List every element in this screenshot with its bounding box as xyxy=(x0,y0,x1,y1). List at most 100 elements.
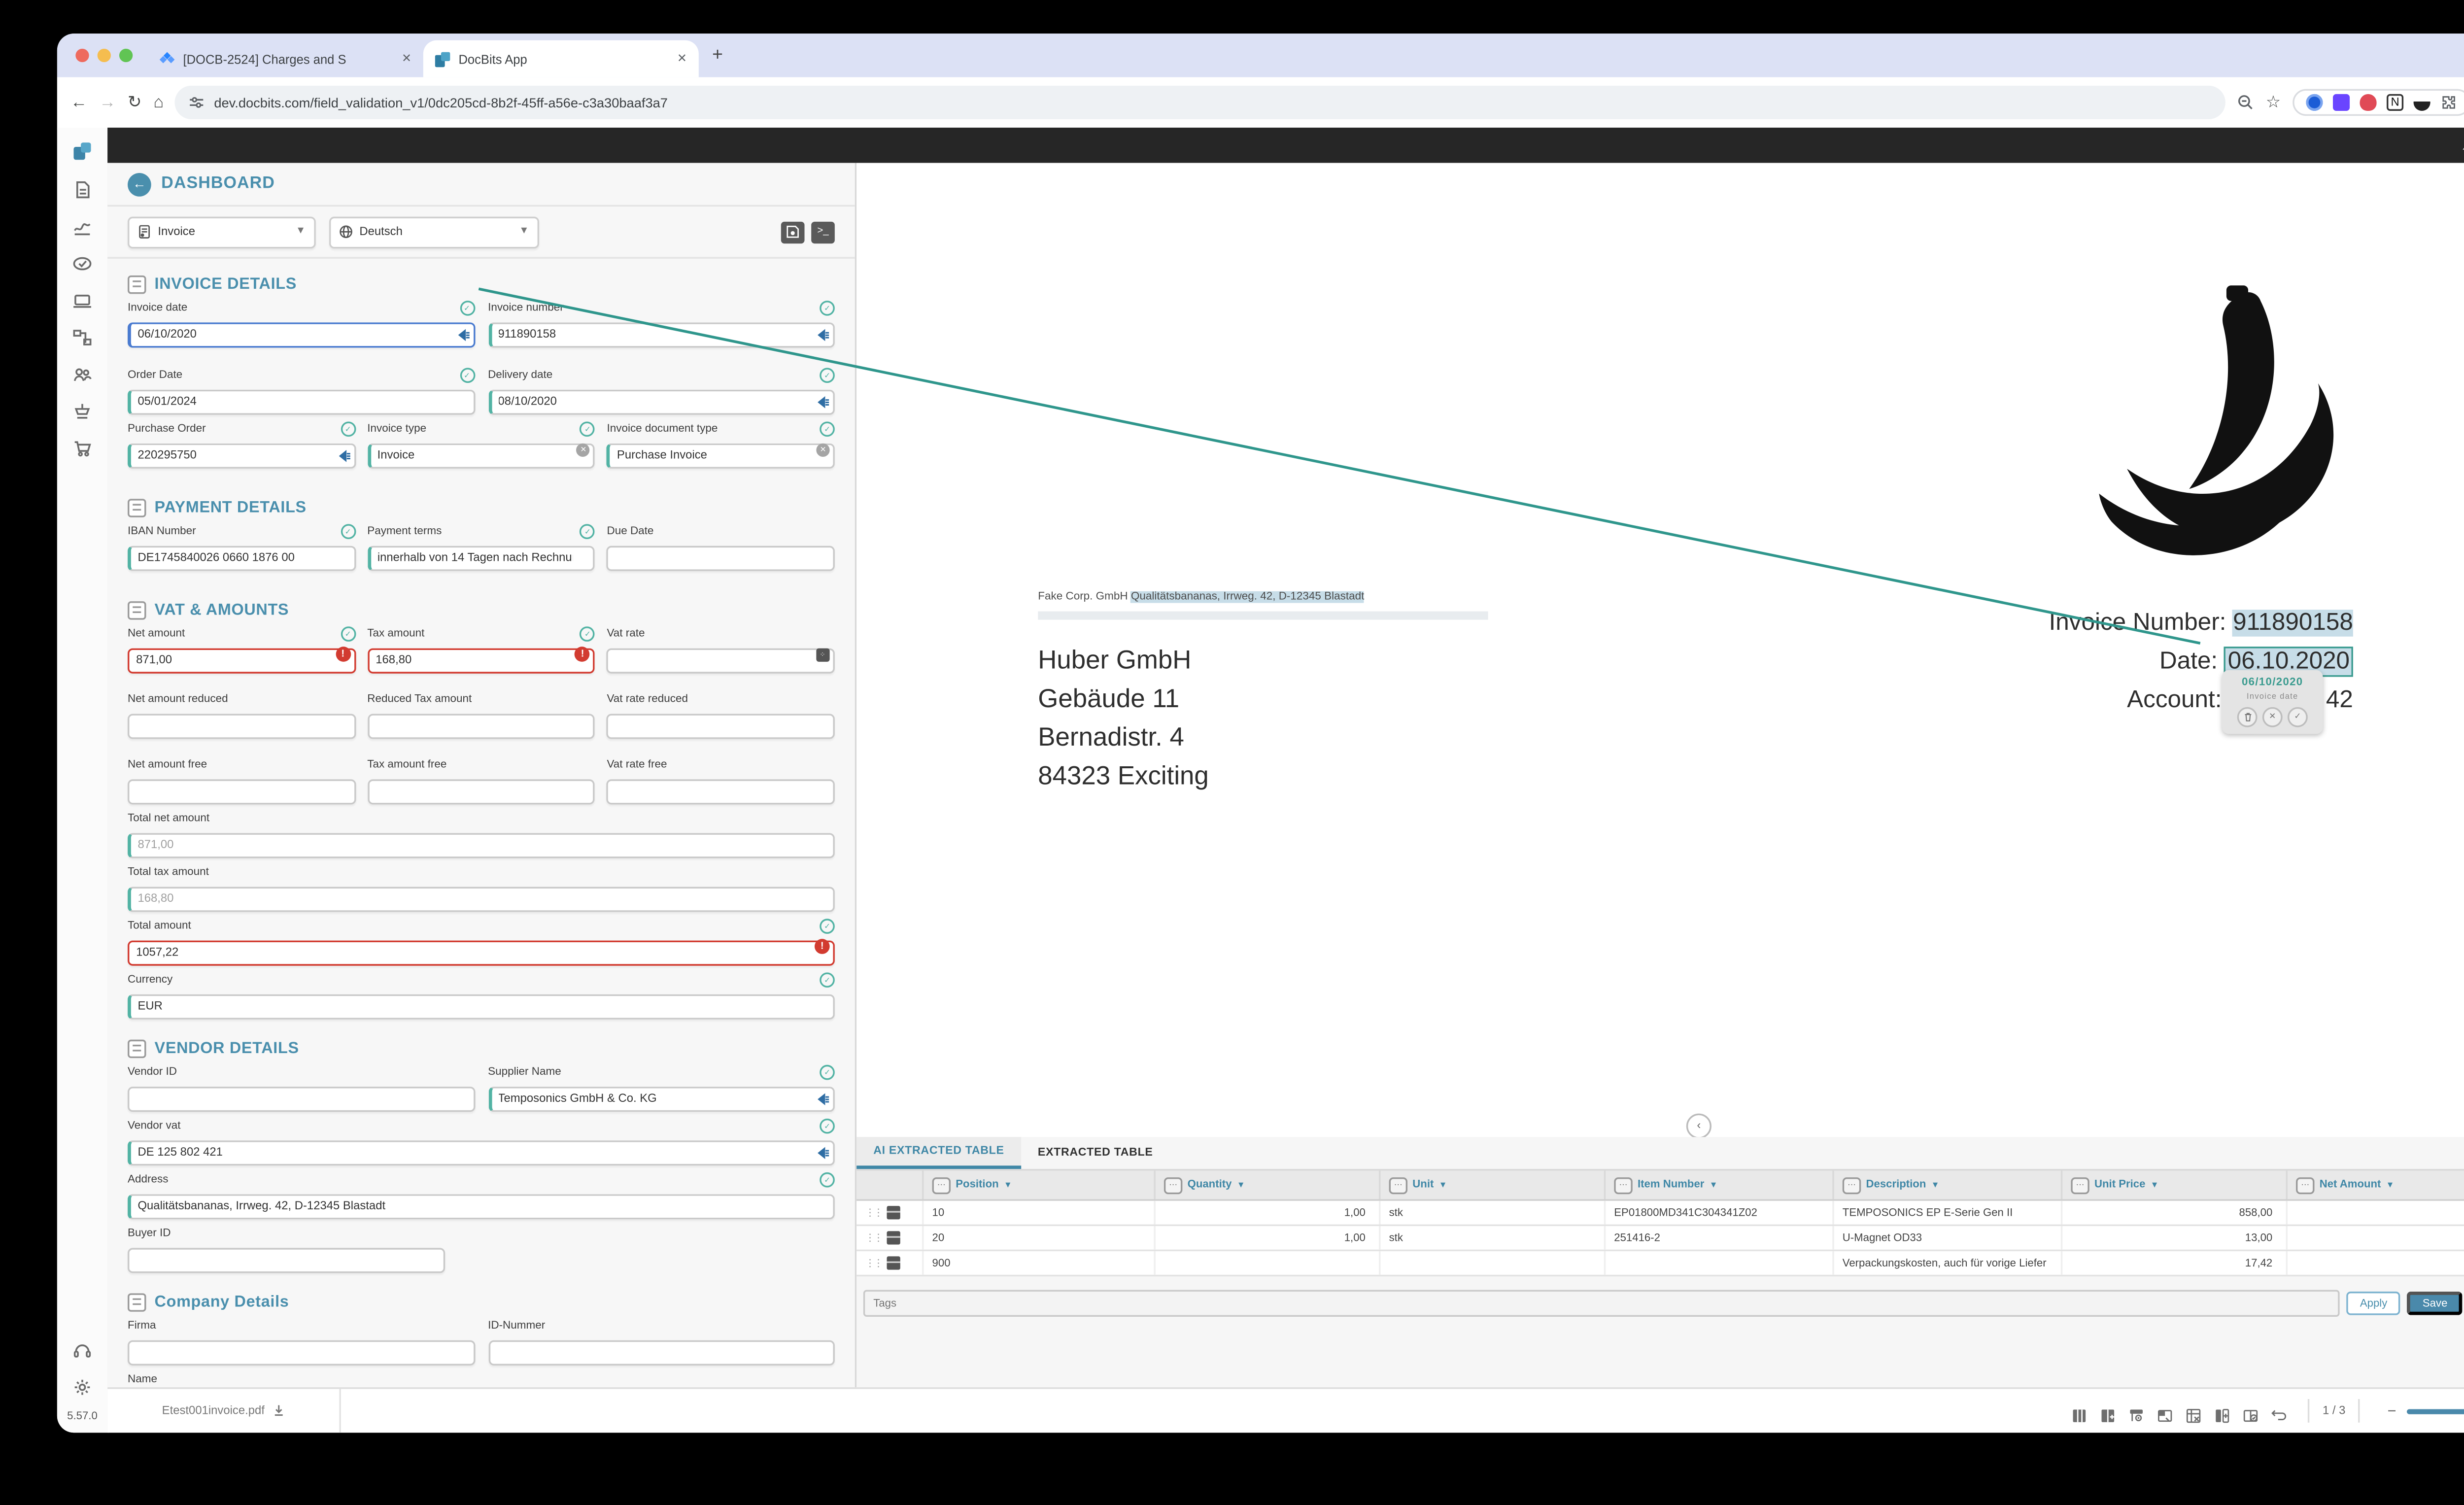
cell-unit-price[interactable]: 13,00 xyxy=(2062,1226,2288,1250)
net-amount-reduced-input[interactable] xyxy=(128,714,355,739)
cell-net-amount[interactable]: 858,00 xyxy=(2288,1201,2464,1225)
back-icon[interactable]: ← xyxy=(70,93,87,111)
supplier-name-input[interactable] xyxy=(488,1087,835,1112)
devices-icon[interactable] xyxy=(72,289,93,309)
cell-unit-price[interactable]: 17,42 xyxy=(2062,1251,2288,1275)
doc-recipient-line[interactable]: 84323 Exciting xyxy=(1038,762,1209,792)
tab-extracted-table[interactable]: EXTRACTED TABLE xyxy=(1021,1137,1170,1169)
download-file-icon[interactable] xyxy=(272,1404,285,1417)
currency-input[interactable] xyxy=(128,994,835,1020)
strawberry-extension-icon[interactable] xyxy=(2360,94,2377,111)
id-nummer-input[interactable] xyxy=(488,1340,835,1366)
drag-handle-icon[interactable]: ⋮⋮ xyxy=(865,1257,882,1269)
cell-quantity[interactable]: 1,00 xyxy=(1156,1226,1381,1250)
table-row[interactable]: ⋮⋮ 20 1,00 stk 251416-2 U-Magnet OD33 13… xyxy=(856,1226,2464,1251)
invoice-document-type-input[interactable] xyxy=(607,444,834,469)
settings-gear-icon[interactable] xyxy=(72,1375,93,1396)
close-window-icon[interactable] xyxy=(75,49,89,62)
validate-table-icon[interactable] xyxy=(2243,1402,2259,1419)
total-amount-input[interactable] xyxy=(128,941,835,966)
doc-recipient-line[interactable]: Gebäude 11 xyxy=(1038,685,1179,716)
cell-quantity[interactable] xyxy=(1156,1251,1381,1275)
cart-icon[interactable] xyxy=(72,437,93,457)
table-row[interactable]: ⋮⋮ 900 Verpackungskosten, auch für vorig… xyxy=(856,1251,2464,1276)
browser-tab-docbits[interactable]: DocBits App ✕ xyxy=(423,40,699,77)
sort-caret-icon[interactable]: ▼ xyxy=(1004,1180,1012,1190)
column-menu-icon[interactable]: ⋯ xyxy=(2071,1176,2089,1193)
cell-quantity[interactable]: 1,00 xyxy=(1156,1201,1381,1225)
tags-input[interactable] xyxy=(863,1290,2340,1317)
doc-sender-line[interactable]: Fake Corp. GmbH Qualitätsbananas, Irrweg… xyxy=(1038,591,1364,603)
tax-amount-input[interactable] xyxy=(367,649,595,674)
save-layout-button[interactable] xyxy=(781,221,805,242)
open-file-tab[interactable]: Etest001invoice.pdf xyxy=(107,1389,341,1433)
refresh-icon[interactable]: ↻ xyxy=(128,93,142,111)
iban-input[interactable] xyxy=(128,546,355,571)
zoom-out-icon[interactable]: − xyxy=(2388,1402,2396,1419)
due-date-input[interactable] xyxy=(607,546,834,571)
confirm-mapping-icon[interactable]: ✓ xyxy=(2288,707,2308,727)
reduced-tax-amount-input[interactable] xyxy=(367,714,595,739)
drag-handle-icon[interactable]: ⋮⋮ xyxy=(865,1232,882,1244)
locate-on-document-icon[interactable] xyxy=(815,321,830,336)
column-visibility-icon[interactable] xyxy=(2128,1402,2145,1419)
purchase-order-input[interactable] xyxy=(128,444,355,469)
zoom-out-page-icon[interactable] xyxy=(2237,94,2254,111)
locate-on-document-icon[interactable] xyxy=(815,1085,830,1100)
address-bar[interactable]: dev.docbits.com/field_validation_v1/0dc2… xyxy=(175,86,2225,119)
collapse-panel-handle[interactable]: ‹ xyxy=(1686,1114,1711,1137)
site-settings-icon[interactable] xyxy=(191,96,204,109)
doc-type-select[interactable]: Invoice ▼ xyxy=(128,216,316,248)
delete-mapping-icon[interactable] xyxy=(2237,707,2258,727)
documents-icon[interactable] xyxy=(72,178,93,198)
browser-tab-jira[interactable]: [DOCB-2524] Charges and S ✕ xyxy=(148,40,423,77)
payment-terms-input[interactable] xyxy=(367,546,595,571)
invoice-type-input[interactable] xyxy=(367,444,595,469)
vat-rate-free-input[interactable] xyxy=(607,779,834,804)
notifications-bell-icon[interactable] xyxy=(2460,137,2464,154)
reject-mapping-icon[interactable]: ✕ xyxy=(2262,707,2283,727)
doc-recipient-line[interactable]: Huber GmbH xyxy=(1038,647,1191,677)
zoom-slider[interactable] xyxy=(2406,1408,2464,1413)
column-menu-icon[interactable]: ⋯ xyxy=(1164,1176,1182,1193)
column-menu-icon[interactable]: ⋯ xyxy=(1614,1176,1632,1193)
language-select[interactable]: Deutsch ▼ xyxy=(329,216,539,248)
add-row-icon[interactable] xyxy=(2214,1402,2231,1419)
cell-net-amount[interactable]: 17,42 xyxy=(2288,1251,2464,1275)
invoice-number-input[interactable] xyxy=(488,322,835,347)
close-tab-icon[interactable]: ✕ xyxy=(402,52,411,66)
close-tab-icon[interactable]: ✕ xyxy=(677,52,687,66)
cell-position[interactable]: 900 xyxy=(924,1251,1156,1275)
onepassword-icon[interactable] xyxy=(2306,94,2323,111)
bookmark-star-icon[interactable]: ☆ xyxy=(2266,93,2281,111)
new-tab-icon[interactable]: + xyxy=(712,45,723,66)
buyer-id-input[interactable] xyxy=(128,1248,446,1273)
column-menu-icon[interactable]: ⋯ xyxy=(1843,1176,1861,1193)
column-menu-icon[interactable]: ⋯ xyxy=(932,1176,951,1193)
locate-on-document-icon[interactable] xyxy=(335,442,350,457)
cell-description[interactable]: U-Magnet OD33 xyxy=(1834,1226,2063,1250)
locate-on-document-icon[interactable] xyxy=(454,321,470,336)
sort-caret-icon[interactable]: ▼ xyxy=(1439,1180,1447,1190)
docbits-logo[interactable] xyxy=(72,141,93,161)
cell-description[interactable]: Verpackungskosten, auch für vorige Liefe… xyxy=(1834,1251,2063,1275)
cell-description[interactable]: TEMPOSONICS EP E-Serie Gen II xyxy=(1834,1201,2063,1225)
add-column-icon[interactable] xyxy=(2100,1402,2117,1419)
vendor-id-input[interactable] xyxy=(128,1087,475,1112)
signature-icon[interactable] xyxy=(72,215,93,235)
undo-icon[interactable] xyxy=(2271,1402,2288,1419)
locate-on-document-icon[interactable] xyxy=(815,1139,830,1154)
save-button[interactable]: Save xyxy=(2407,1292,2463,1315)
vat-rate-reduced-input[interactable] xyxy=(607,714,834,739)
order-date-input[interactable] xyxy=(128,390,475,415)
cell-position[interactable]: 20 xyxy=(924,1226,1156,1250)
table-columns-icon[interactable] xyxy=(2071,1402,2088,1419)
workflow-icon[interactable] xyxy=(72,326,93,346)
minimize-window-icon[interactable] xyxy=(98,49,111,62)
tax-amount-free-input[interactable] xyxy=(367,779,595,804)
extensions-puzzle-icon[interactable] xyxy=(2440,94,2457,111)
cell-item-number[interactable]: EP01800MD341C304341Z02 xyxy=(1606,1201,1834,1225)
tab-ai-extracted-table[interactable]: AI EXTRACTED TABLE xyxy=(856,1137,1021,1169)
home-icon[interactable]: ⌂ xyxy=(153,93,164,111)
purchasing-icon[interactable] xyxy=(72,400,93,420)
